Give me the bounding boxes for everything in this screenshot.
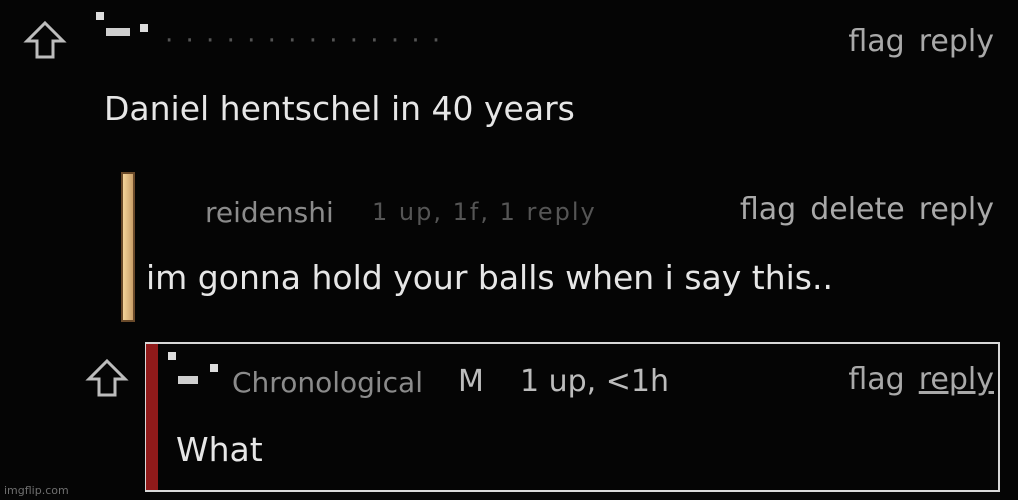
reply-link[interactable]: reply <box>919 24 994 59</box>
user-badge: M <box>458 364 484 399</box>
reply-link[interactable]: reply <box>919 192 994 227</box>
flag-link[interactable]: flag <box>848 24 904 59</box>
comment-actions: flag reply <box>834 24 994 59</box>
comment-actions: flag delete reply <box>726 192 994 227</box>
upvote-arrow-icon[interactable] <box>22 20 68 60</box>
avatar-icon[interactable] <box>166 350 224 392</box>
reply-thread-bar <box>121 172 135 322</box>
comment-body: What <box>176 430 263 469</box>
avatar-icon[interactable] <box>94 10 152 52</box>
reply-thread-bar <box>146 344 158 490</box>
flag-link[interactable]: flag <box>740 192 796 227</box>
watermark: imgflip.com <box>4 484 69 497</box>
flag-link[interactable]: flag <box>848 362 904 397</box>
upvote-arrow-icon[interactable] <box>84 358 130 398</box>
comment-meta: 1 up, <1h <box>520 364 669 399</box>
comment-body: im gonna hold your balls when i say this… <box>146 258 833 297</box>
comment-username[interactable]: Chronological <box>232 366 423 399</box>
comment-body: Daniel hentschel in 40 years <box>104 89 575 128</box>
blurred-meta: 1 up, 1f, 1 reply <box>372 198 597 226</box>
comment-username[interactable]: reidenshi <box>205 196 334 229</box>
blurred-username: · · · · · · · · · · · · · · <box>165 26 443 56</box>
reply-link[interactable]: reply <box>919 362 994 397</box>
comment-actions: flag reply <box>834 362 994 397</box>
delete-link[interactable]: delete <box>810 192 905 227</box>
